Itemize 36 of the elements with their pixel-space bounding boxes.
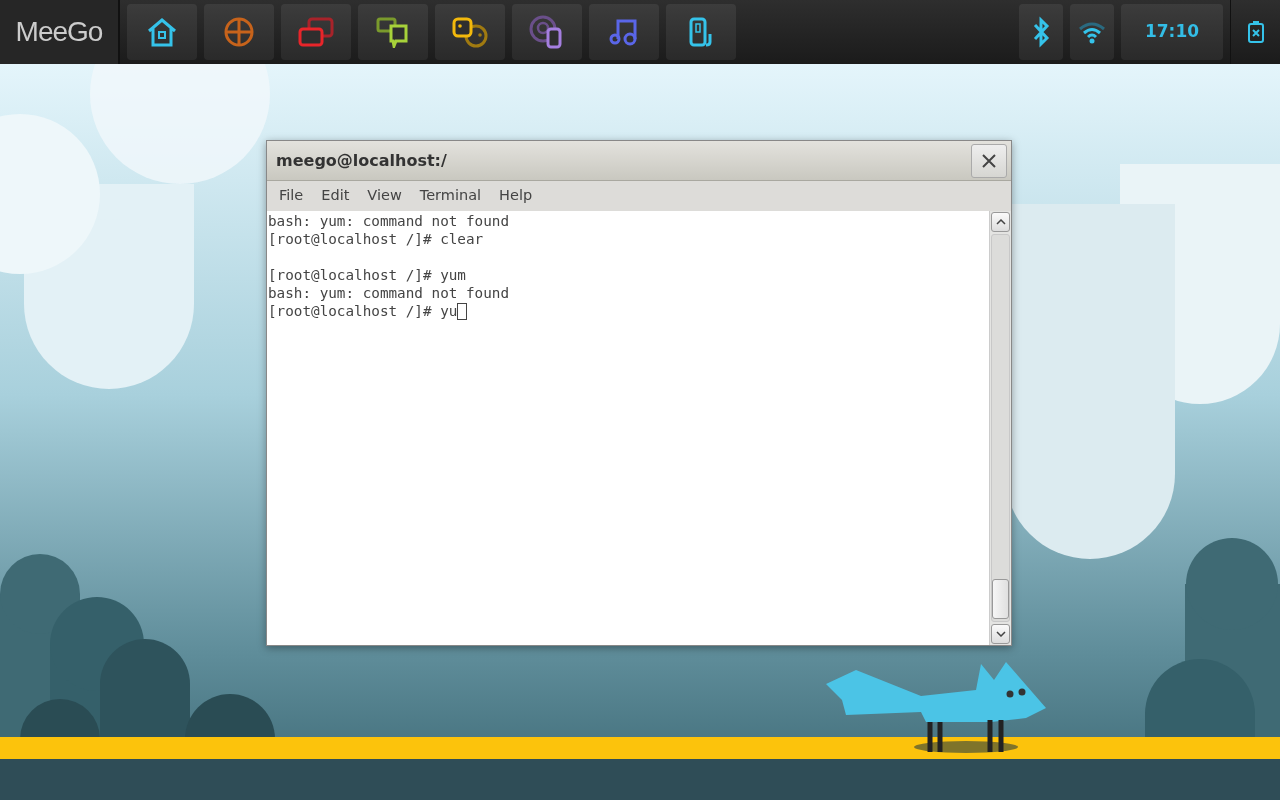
camera-device-icon bbox=[529, 15, 565, 49]
menu-item[interactable]: Terminal bbox=[411, 183, 490, 209]
menu-item[interactable]: Help bbox=[491, 183, 541, 209]
meego-logo: MeeGo bbox=[0, 0, 120, 64]
scrollbar[interactable] bbox=[989, 211, 1011, 645]
clock[interactable]: 17:10 bbox=[1121, 4, 1223, 60]
taskbar-button[interactable] bbox=[204, 4, 274, 60]
taskbar-button[interactable] bbox=[358, 4, 428, 60]
home-icon bbox=[146, 17, 178, 47]
close-button[interactable] bbox=[971, 143, 1007, 178]
terminal-output: bash: yum: command not found [root@localhost /]# clear [root@localhost /]# yum bash: yum: command not found [root@localhost /]# yu bbox=[267, 212, 510, 322]
caret-up-icon bbox=[995, 219, 1006, 225]
scroll-up-button[interactable] bbox=[991, 212, 1010, 232]
music-note-icon bbox=[608, 17, 640, 47]
faces-icon bbox=[451, 16, 489, 48]
taskbar-button[interactable] bbox=[127, 4, 197, 60]
windows-icon bbox=[297, 16, 335, 48]
scrollbar-thumb[interactable] bbox=[992, 579, 1009, 619]
menu-item[interactable]: View bbox=[359, 183, 410, 209]
quartered-circle-icon bbox=[223, 16, 255, 48]
window-title: meego@localhost:/ bbox=[276, 149, 447, 172]
menu-item[interactable]: Edit bbox=[313, 183, 358, 209]
scroll-down-button[interactable] bbox=[991, 624, 1010, 644]
taskbar-button[interactable] bbox=[435, 4, 505, 60]
taskbar-button[interactable] bbox=[666, 4, 736, 60]
close-icon bbox=[981, 152, 997, 169]
taskbar-button[interactable] bbox=[512, 4, 582, 60]
battery-icon bbox=[1246, 20, 1265, 44]
bluetooth-button[interactable] bbox=[1019, 4, 1063, 60]
wifi-icon bbox=[1078, 20, 1106, 44]
bluetooth-icon bbox=[1032, 16, 1050, 48]
menu-item[interactable]: File bbox=[271, 183, 312, 209]
wifi-button[interactable] bbox=[1070, 4, 1114, 60]
phone-icon bbox=[687, 16, 715, 48]
caret-down-icon bbox=[995, 631, 1006, 637]
chat-bubbles-icon bbox=[376, 16, 410, 48]
